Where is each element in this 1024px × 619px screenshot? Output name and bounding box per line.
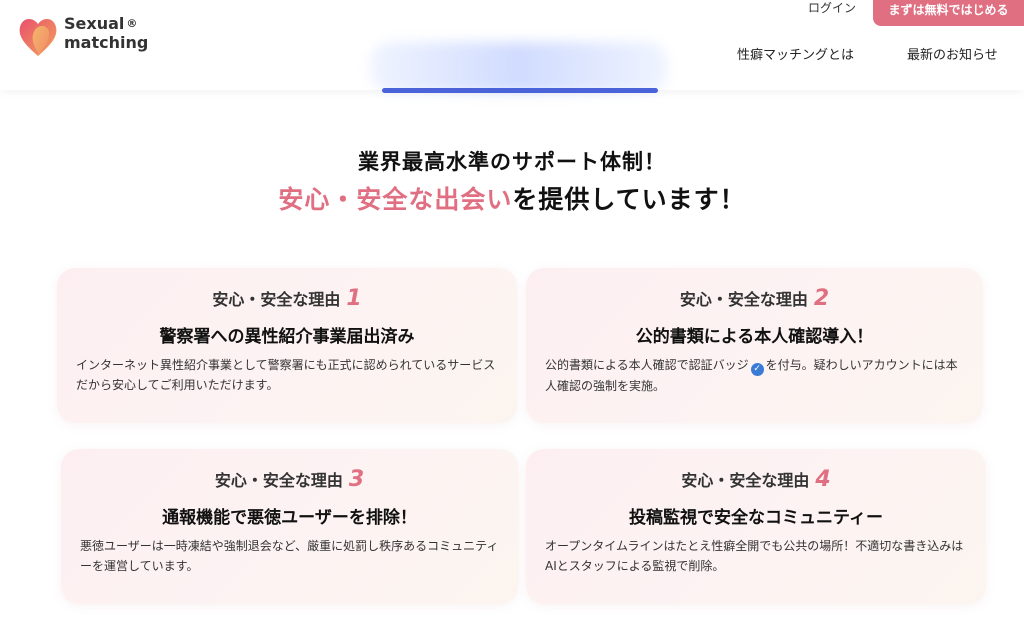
card-number: 3	[348, 467, 365, 492]
blurred-banner	[370, 42, 668, 92]
card-title: 投稿監視で安全なコミュニティー	[629, 508, 883, 528]
card-label-text: 安心・安全な理由	[212, 290, 341, 309]
section-heading: 業界最高水準のサポート体制！	[358, 150, 666, 174]
logo-text: Sexual ® matching	[64, 14, 148, 52]
subheading-rest: を提供しています！	[512, 185, 746, 214]
section-subheading: 安心・安全な出会いを提供しています！	[0, 180, 1024, 216]
card-description-part1: 公的書類による本人確認で認証バッジ	[545, 358, 749, 372]
card-description: インターネット異性紹介事業として警察署にも正式に認められているサービスだから安心…	[76, 358, 496, 392]
card-label: 安心・安全な理由 2	[526, 286, 983, 311]
card-title: 公的書類による本人確認導入！	[635, 327, 874, 347]
card-label: 安心・安全な理由 1	[57, 286, 517, 311]
login-link[interactable]: ログイン	[796, 0, 868, 18]
card-number: 2	[813, 286, 830, 311]
start-free-button[interactable]: まずは無料ではじめる	[873, 0, 1024, 26]
card-description: オープンタイムラインはたとえ性癖全開でも公共の場所！不適切な書き込みはAIとスタ…	[545, 539, 964, 573]
reason-card-3: 安心・安全な理由 3 通報機能で悪徳ユーザーを排除！ 悪徳ユーザーは一時凍結や強制…	[61, 449, 518, 604]
nav-about[interactable]: 性癖マッチングとは	[737, 44, 854, 63]
card-title: 警察署への異性紹介事業届出済み	[159, 327, 415, 347]
reason-card-1: 安心・安全な理由 1 警察署への異性紹介事業届出済み インターネット異性紹介事業と…	[57, 268, 517, 423]
card-description: 公的書類による本人確認で認証バッジ ✓ を付与。疑わしいアカウントには本人確認の強制…	[545, 355, 965, 396]
reason-card-2: 安心・安全な理由 2 公的書類による本人確認導入！ 公的書類による本人確認で認証バ…	[526, 268, 983, 423]
card-description: 悪徳ユーザーは一時凍結や強制退会など、厳重に処罰し秩序あるコミュニティーを運営し…	[80, 539, 499, 573]
card-number: 1	[346, 286, 362, 311]
logo-line2: matching	[64, 33, 149, 52]
card-label: 安心・安全な理由 3	[61, 467, 518, 492]
card-label: 安心・安全な理由 4	[526, 467, 986, 492]
logo-line1: Sexual	[64, 14, 125, 33]
banner-underline	[382, 88, 658, 93]
card-number: 4	[815, 467, 831, 492]
card-label-text: 安心・安全な理由	[679, 290, 808, 309]
verified-badge-icon: ✓	[750, 363, 764, 376]
card-label-text: 安心・安全な理由	[681, 471, 810, 490]
subheading-accent: 安心・安全な出会い	[278, 185, 513, 214]
registered-mark: ®	[126, 17, 138, 30]
card-title: 通報機能で悪徳ユーザーを排除！	[162, 508, 417, 528]
reason-card-4: 安心・安全な理由 4 投稿監視で安全なコミュニティー オープンタイムラインはたとえ…	[526, 449, 986, 604]
heart-logo-icon	[19, 18, 57, 56]
nav-news[interactable]: 最新のお知らせ	[907, 44, 998, 63]
card-label-text: 安心・安全な理由	[214, 471, 343, 490]
logo[interactable]: Sexual ® matching	[18, 14, 148, 58]
